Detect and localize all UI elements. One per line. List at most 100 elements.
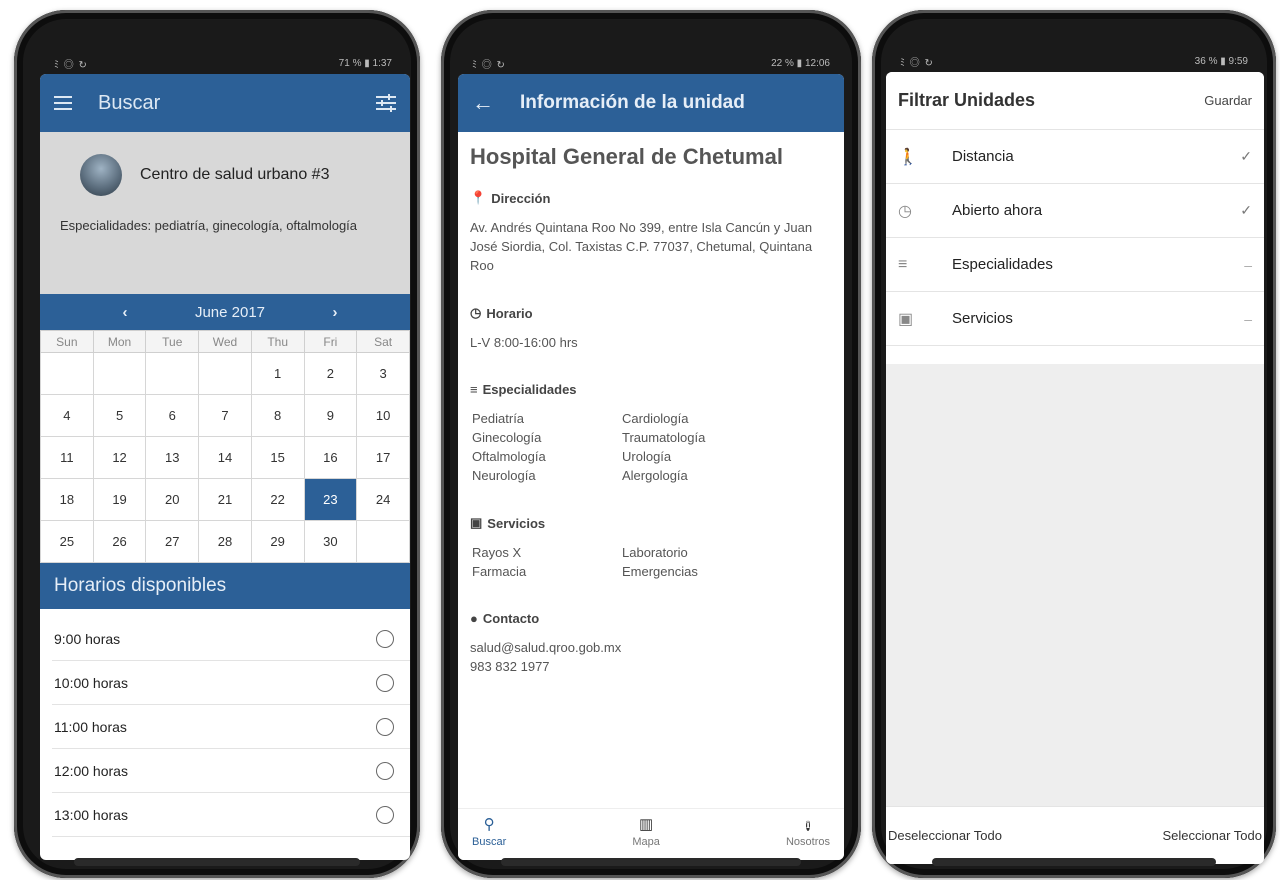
filter-row[interactable]: ◷ Abierto ahora ✓ [886,184,1264,238]
calendar-day[interactable]: 8 [250,394,305,437]
schedule-text: L-V 8:00-16:00 hrs [470,335,578,350]
phone-filter: Filtrar Unidades Guardar 🚶 Distancia ✓ ◷ Abi… [872,10,1276,878]
calendar-day[interactable]: 7 [198,394,252,437]
time-slot-row[interactable]: 9:00 horas [52,617,410,661]
weekday-label: Thu [250,330,305,353]
calendar-day[interactable]: 20 [145,478,200,521]
weekday-label: Tue [145,330,200,353]
calendar-day[interactable]: 18 [40,478,94,521]
calendar-day[interactable]: 13 [145,436,200,479]
calendar-day[interactable]: 21 [198,478,252,521]
menu-icon[interactable] [54,96,72,110]
back-arrow-icon[interactable]: ← [472,90,494,116]
calendar-day[interactable]: 16 [303,436,358,479]
status-bar: ﾐ ◎ ↻ 36 % ▮ 9:59 [886,50,1262,72]
filter-sliders-icon[interactable] [376,94,396,112]
radio-button[interactable] [376,629,394,648]
status-signal: ﾐ ◎ ↻ [54,59,88,71]
app-bar: ← Información de la unidad [458,74,844,132]
calendar-day[interactable]: 14 [198,436,252,479]
calendar-day[interactable]: 30 [303,520,358,563]
dash-icon[interactable]: – [1244,257,1252,273]
calendar-prev-button[interactable]: ‹ [90,304,160,321]
calendar-day[interactable]: 29 [250,520,305,563]
nav-map[interactable]: ▥ Mapa [632,815,660,860]
calendar-day[interactable]: 11 [40,436,94,479]
calendar-grid: Sun Mon Tue Wed Thu Fri Sat 1 2 3 4 5 6 7 8 9 10 11 12 13 1… [40,330,410,563]
address-section-title: 📍 Dirección [470,190,832,206]
calendar-day[interactable]: 3 [356,352,410,395]
health-center-card[interactable]: Centro de salud urbano #3 Especialidades… [40,132,410,294]
grid-item: Ginecología [472,430,542,445]
time-slot-row[interactable]: 13:00 horas [52,793,410,837]
app-bar: Buscar [40,74,410,132]
address-label: Dirección [491,190,551,206]
grid-item: Pediatría [472,411,525,426]
checkmark-icon[interactable]: ✓ [1240,202,1252,219]
status-battery-time: 36 % ▮ 9:59 [1194,55,1248,67]
radio-button[interactable] [376,761,394,780]
time-slot-row[interactable]: 10:00 horas [52,661,410,705]
filter-row[interactable]: ≡ Especialidades – [886,238,1264,292]
calendar-day[interactable]: 28 [198,520,252,563]
filter-row[interactable]: 🚶 Distancia ✓ [886,130,1264,184]
calendar-day[interactable]: 4 [40,394,94,437]
save-button[interactable]: Guardar [1204,93,1252,108]
filter-label: Servicios [952,310,1013,327]
calendar-day[interactable]: 6 [145,394,200,437]
nav-search[interactable]: ⚲ Buscar [472,815,506,860]
contact-email[interactable]: salud@salud.qroo.gob.mx [470,638,832,657]
time-slot-row[interactable]: 12:00 horas [52,749,410,793]
grid-item: Rayos X [472,545,522,560]
dash-icon[interactable]: – [1244,311,1252,327]
radio-button[interactable] [376,673,394,692]
calendar-day[interactable]: 25 [40,520,94,563]
radio-button[interactable] [376,717,394,736]
filter-row[interactable]: ▣ Servicios – [886,292,1264,346]
contact-phone[interactable]: 983 832 1977 [470,657,832,676]
specialties-list: Pediatría Cardiología Ginecología Traumatol… [470,409,832,485]
empty-area [886,364,1264,806]
filter-footer: Deseleccionar Todo Seleccionar Todo [886,806,1264,864]
contact-section-title: ● Contacto [470,611,832,626]
calendar-day[interactable]: 5 [92,394,147,437]
checkmark-icon[interactable]: ✓ [1240,148,1252,165]
app-bar-title: Buscar [98,91,161,114]
phone-frame-lip [501,858,801,866]
center-avatar [80,154,122,196]
calendar-day[interactable]: 26 [92,520,147,563]
calendar-day[interactable]: 24 [356,478,410,521]
time-slot-label: 10:00 horas [54,674,128,691]
grid-item: Alergología [622,468,688,483]
select-all-button[interactable]: Seleccionar Todo [1163,828,1263,843]
calendar-day[interactable]: 1 [250,352,305,395]
radio-button[interactable] [376,805,394,824]
calendar-day[interactable]: 17 [356,436,410,479]
walk-icon: 🚶 [898,148,918,166]
grid-item: Cardiología [622,411,689,426]
calendar-next-button[interactable]: › [300,304,370,321]
grid-item: Farmacia [472,564,527,579]
nav-about-label: Nosotros [785,836,830,848]
calendar-day[interactable]: 12 [92,436,147,479]
deselect-all-button[interactable]: Deseleccionar Todo [888,828,1002,843]
contact-icon: ● [470,611,478,626]
search-screen: Buscar Centro de salud urbano #3 Especia… [40,74,410,860]
calendar-day[interactable]: 2 [303,352,358,395]
medkit-icon: ▣ [898,310,914,328]
filter-label: Especialidades [952,256,1053,273]
calendar-day[interactable]: 10 [356,394,410,437]
calendar-day[interactable]: 9 [303,394,358,437]
grid-item: Urología [622,449,672,464]
calendar-day[interactable]: 15 [250,436,305,479]
unit-info-screen: ← Información de la unidad Hospital Gene… [458,74,844,860]
calendar-day[interactable]: 27 [145,520,200,563]
nav-about[interactable]: i Nosotros [786,815,830,860]
calendar-day[interactable]: 23 [303,478,358,521]
calendar-empty-cell [40,352,94,395]
calendar-day[interactable]: 22 [250,478,305,521]
time-slot-row[interactable]: 11:00 horas [52,705,410,749]
calendar-month: June 2017 [194,303,266,321]
grid-item: Emergencias [622,564,698,579]
calendar-day[interactable]: 19 [92,478,147,521]
